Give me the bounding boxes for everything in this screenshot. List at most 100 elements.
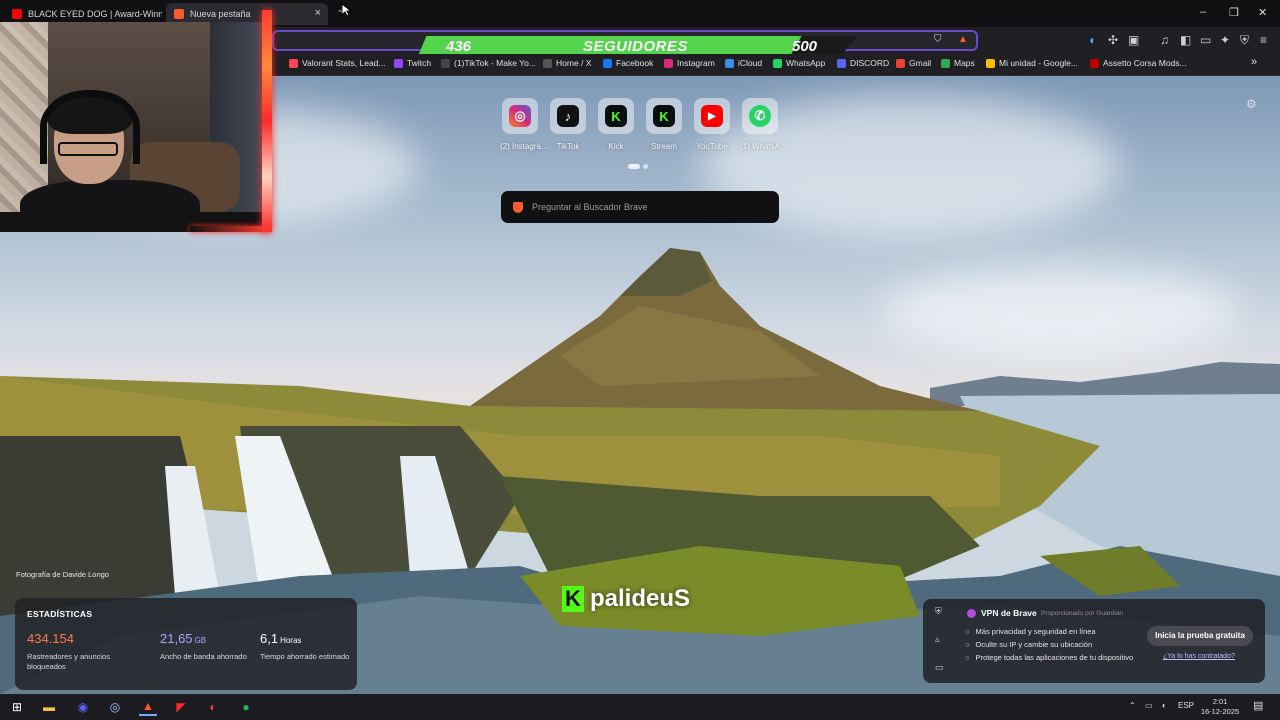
bookmark-whatsapp[interactable]: WhatsApp [773,58,825,68]
bookmark-facebook[interactable]: Facebook [603,58,653,68]
tab-title: Nueva pestaña [190,9,251,19]
tiktok-icon: ♪ [557,105,579,127]
vpn-promo-card: ⛨ ▵ ▭ VPN de Brave Proporcionado por Gua… [923,599,1265,683]
device-icon: ▭ [935,662,944,672]
bookmark-gmail[interactable]: Gmail [896,58,931,68]
bookmark-label: Valorant Stats, Lead... [302,58,386,68]
brave-rewards-icon[interactable]: ▲ [958,34,968,45]
close-tab-icon[interactable]: × [315,7,321,19]
top-site-tile: ◎ [502,98,538,134]
already-subscribed-link[interactable]: ¿Ya lo has contratado? [1163,653,1235,660]
restore-button[interactable]: ❐ [1229,6,1239,19]
top-sites-page-dot-active[interactable] [628,164,640,169]
sidebar-icon[interactable]: ◧ [1180,33,1191,47]
discord-icon[interactable]: ◉ [74,698,92,716]
webcam-fire-border [262,10,272,232]
close-window-button[interactable]: ✕ [1258,6,1267,19]
stats-card: ESTADÍSTICAS 434.154 Rastreadores y anun… [15,598,357,690]
warning-icon: ▵ [935,634,940,644]
search-input[interactable] [532,202,762,212]
riot-client-icon[interactable]: ◤ [172,698,190,716]
bookmark-discord[interactable]: DISCORD [837,58,889,68]
start-trial-button[interactable]: Inicia la prueba gratuita [1147,626,1253,646]
clock[interactable]: 2:01 16-12-2025 [1195,697,1245,717]
stat-bandwidth: 21,65 GB Ancho de banda ahorrado [160,630,250,662]
vpn-title: VPN de Brave [967,608,1037,618]
top-site-tile: ▶ [694,98,730,134]
brave-icon[interactable]: ▲ [139,698,157,716]
stat-value: 434.154 [27,631,74,646]
audio-icon[interactable]: ◖ [1088,33,1095,47]
bookmark-x[interactable]: Home / X [543,58,591,68]
bookmark-google-drive[interactable]: Mi unidad - Google... [986,58,1078,68]
extensions-icon[interactable]: ✣ [1108,33,1118,47]
vpn-icon [967,608,976,618]
bookmark-label: Home / X [556,58,592,68]
youtube-icon: ▶ [701,105,723,127]
stat-unit: Horas [280,636,302,645]
file-explorer-icon[interactable]: ▬ [40,698,58,716]
screenshot-icon[interactable]: ▣ [1128,33,1139,47]
glasses [58,142,118,156]
bookmark-assetto-corsa[interactable]: Assetto Corsa Mods... [1090,58,1187,68]
kick-icon: K [653,105,675,127]
bookmark-label: (1)TikTok - Make Yo... [454,58,536,68]
vpn-icon[interactable]: ⛨ [1240,33,1249,48]
notifications-icon[interactable]: ▤ [1253,699,1263,712]
whatsapp-icon: ✆ [749,105,771,127]
followers-goal: 500 [792,38,818,55]
bookmark-tiktok[interactable]: (1)TikTok - Make Yo... [441,58,536,68]
vpn-feature: ○ Oculte su IP y cambie su ubicación [965,640,1092,649]
vpn-feature-text: Oculte su IP y cambie su ubicación [975,640,1093,649]
minimize-button[interactable]: – [1200,6,1206,18]
top-site-label: (2) Instagra... [500,142,548,151]
bookmark-label: DISCORD [850,58,890,68]
obs-icon[interactable]: ◐ [204,698,222,716]
brave-shields-icon[interactable]: ⛉ [934,34,942,45]
tray-overflow-icon[interactable]: ⌃ [1129,701,1136,710]
icloud-icon [725,58,734,68]
top-sites-page-dot[interactable] [643,164,648,169]
menu-icon[interactable]: ≡ [1260,33,1267,47]
top-site-label: YouTube [696,142,728,151]
top-site-tile: ♪ [550,98,586,134]
vpn-provider: Proporcionado por Guardian [1041,610,1124,617]
steam-icon[interactable]: ◎ [106,698,124,716]
top-site-stream[interactable]: K Stream [644,98,684,151]
windows-start-icon[interactable]: ⊞ [8,698,26,716]
customize-gear-icon[interactable]: ⚙ [1246,97,1257,111]
language-indicator[interactable]: ESP [1178,701,1194,710]
top-site-kick[interactable]: K Kick [596,98,636,151]
followers-goal-overlay: 436 SEGUIDORES 500 [418,36,858,56]
stat-caption: Tiempo ahorrado estimado [260,652,350,661]
leo-ai-icon[interactable]: ✦ [1220,33,1230,47]
bookmark-maps[interactable]: Maps [941,58,975,68]
bookmark-icloud[interactable]: iCloud [725,58,762,68]
top-site-tiktok[interactable]: ♪ TikTok [548,98,588,151]
vpn-title-text: VPN de Brave [981,608,1037,618]
webcam-overlay [0,22,270,232]
valorant-icon [289,58,298,68]
check-icon: ○ [965,653,970,662]
bookmark-twitch[interactable]: Twitch [394,58,431,68]
top-site-instagram[interactable]: ◎ (2) Instagra... [500,98,548,151]
top-site-youtube[interactable]: ▶ YouTube [692,98,732,151]
brave-search-icon [513,201,523,213]
bookmark-valorant[interactable]: Valorant Stats, Lead... [289,58,385,68]
top-site-whatsapp[interactable]: ✆ (1) WhatsA... [740,98,787,151]
bookmarks-overflow-button[interactable]: » [1251,56,1257,68]
bookmark-instagram[interactable]: Instagram [664,58,715,68]
photo-credit[interactable]: Fotografía de Davide Longo [16,570,109,579]
wallet-icon[interactable]: ▭ [1200,33,1211,47]
volume-icon[interactable]: ◖ [1161,701,1166,710]
media-icon[interactable]: ♫ [1160,33,1169,47]
bookmark-label: WhatsApp [786,58,826,68]
tab-title: BLACK EYED DOG | Award-Winning S [28,9,162,19]
network-icon[interactable]: ▭ [1145,701,1153,710]
bookmark-label: Gmail [909,58,932,68]
bookmark-label: Twitch [407,58,432,68]
discord-icon [837,58,846,68]
search-box[interactable] [501,191,779,223]
spotify-icon[interactable]: ● [237,698,255,716]
stat-caption: Ancho de banda ahorrado [160,652,247,661]
